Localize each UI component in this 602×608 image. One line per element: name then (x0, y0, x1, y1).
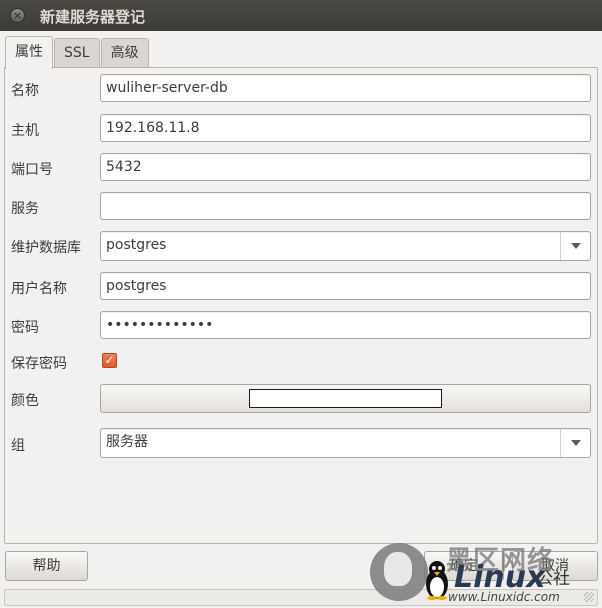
chevron-down-icon (570, 243, 581, 249)
chevron-down-icon (570, 440, 581, 446)
maintenance-db-combo[interactable]: postgres (100, 231, 591, 261)
password-label: 密码 (11, 320, 39, 336)
tab-ssl[interactable]: SSL (54, 38, 100, 68)
save-password-checkbox[interactable]: ✓ (102, 353, 117, 368)
mouse-icon (384, 552, 412, 586)
group-combo[interactable]: 服务器 (100, 428, 591, 458)
window-title: 新建服务器登记 (40, 8, 146, 26)
color-label: 颜色 (11, 393, 39, 409)
group-value: 服务器 (106, 434, 148, 450)
save-password-label: 保存密码 (11, 356, 67, 372)
help-button[interactable]: 帮助 (5, 551, 88, 581)
name-label: 名称 (11, 83, 39, 99)
host-label: 主机 (11, 123, 39, 139)
close-icon[interactable]: × (10, 8, 25, 23)
service-label: 服务 (11, 201, 39, 217)
color-swatch (249, 389, 442, 408)
resize-grip-icon[interactable] (584, 592, 594, 602)
maintenance-db-label: 维护数据库 (11, 240, 81, 256)
status-bar (4, 589, 598, 606)
tab-bar: 属性 SSL 高级 (5, 36, 150, 69)
cancel-button[interactable]: 取消 (512, 551, 598, 581)
maintenance-db-value: postgres (106, 237, 167, 253)
title-bar: × 新建服务器登记 (0, 0, 602, 31)
maintenance-db-dropdown-button[interactable] (560, 232, 590, 260)
username-input[interactable]: postgres (100, 272, 591, 300)
name-input[interactable]: wuliher-server-db (100, 74, 591, 102)
password-input[interactable]: ••••••••••••• (100, 311, 591, 339)
port-label: 端口号 (11, 162, 53, 178)
ok-button[interactable]: 确定 (424, 551, 504, 581)
group-dropdown-button[interactable] (560, 429, 590, 457)
port-input[interactable]: 5432 (100, 153, 591, 181)
group-label: 组 (11, 438, 25, 454)
tab-properties[interactable]: 属性 (5, 36, 53, 69)
service-input[interactable] (100, 192, 591, 220)
username-label: 用户名称 (11, 281, 67, 297)
color-picker-button[interactable] (100, 384, 591, 413)
host-input[interactable]: 192.168.11.8 (100, 114, 591, 142)
tab-advanced[interactable]: 高级 (100, 38, 149, 68)
